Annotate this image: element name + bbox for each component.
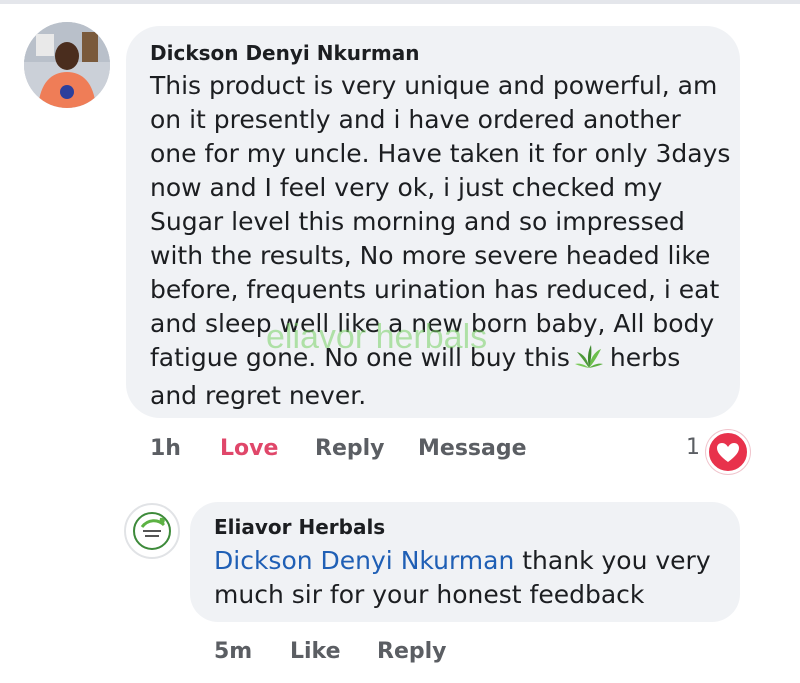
message-button[interactable]: Message [418,436,527,461]
comment-text: This product is very unique and powerful… [150,71,731,372]
reply-body: Dickson Denyi Nkurman thank you very muc… [214,544,734,612]
profile-photo-icon [24,22,110,108]
reply-bubble: Eliavor Herbals Dickson Denyi Nkurman th… [190,502,740,622]
like-button[interactable]: Like [290,639,341,664]
top-divider [0,0,800,4]
reply-author-name[interactable]: Eliavor Herbals [214,515,385,539]
reply-timestamp[interactable]: 5m [214,639,252,664]
mention-link[interactable]: Dickson Denyi Nkurman [214,546,514,575]
comment-bubble: Dickson Denyi Nkurman This product is ve… [126,26,740,418]
comment-author-name[interactable]: Dickson Denyi Nkurman [150,41,419,65]
reaction-count[interactable]: 1 [686,435,700,460]
brand-logo-avatar[interactable] [124,503,180,559]
reply-button[interactable]: Reply [315,436,385,461]
reply-reply-button[interactable]: Reply [377,639,447,664]
love-button[interactable]: Love [220,436,278,461]
heart-icon[interactable] [706,430,750,474]
comment-body: This product is very unique and powerful… [150,69,735,413]
avatar[interactable] [24,22,110,108]
eliavor-logo-icon [133,512,171,550]
herb-leaf-icon [574,344,604,379]
heart-glyph [717,443,739,462]
comment-timestamp[interactable]: 1h [150,436,181,461]
